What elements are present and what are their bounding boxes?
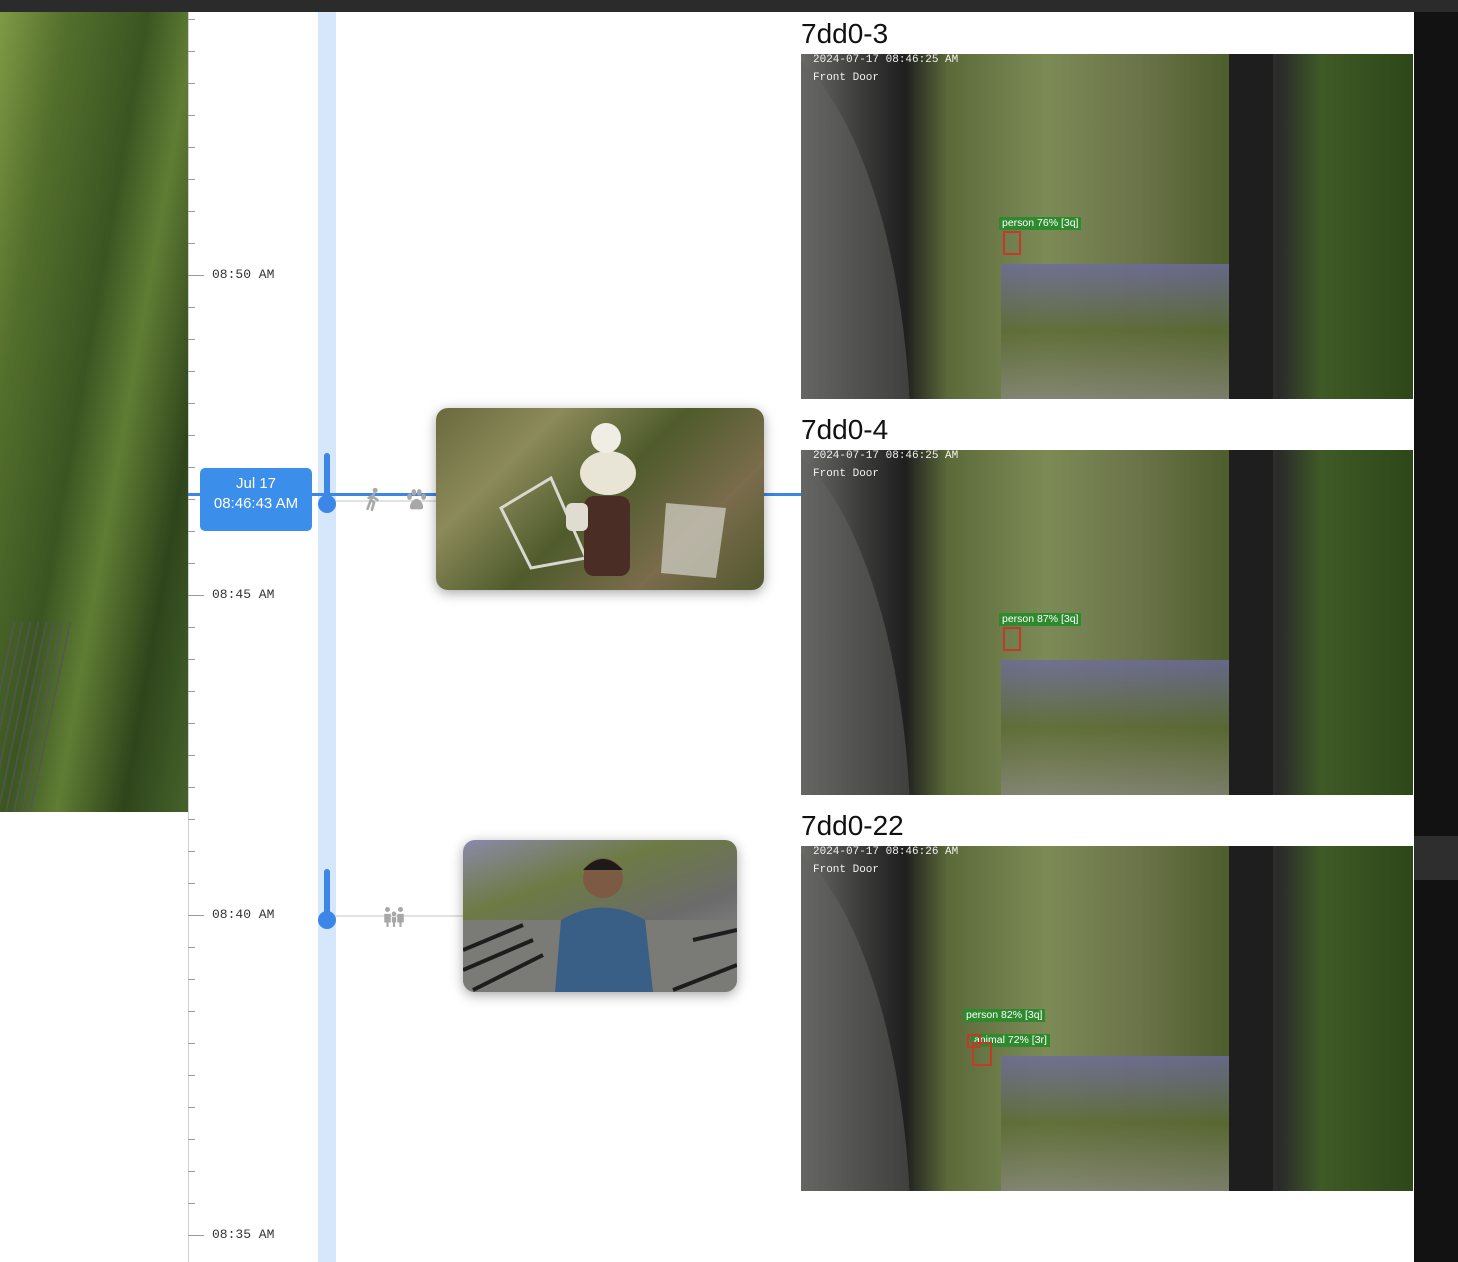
event-thumbnail-man-on-stairs[interactable] — [463, 840, 737, 992]
timeline-minor-tick — [188, 819, 195, 820]
camera-wall — [801, 450, 911, 795]
camera-pillar — [1229, 846, 1273, 1191]
timeline-minor-tick — [188, 435, 195, 436]
current-time-badge[interactable]: Jul 17 08:46:43 AM — [200, 468, 312, 531]
timeline-minor-tick — [188, 563, 195, 564]
fence-detail — [0, 622, 74, 812]
current-time: 08:46:43 AM — [213, 495, 299, 512]
timeline-minor-tick — [188, 1011, 195, 1012]
timeline-minor-tick — [188, 531, 195, 532]
tick-label-0845: 08:45 AM — [212, 587, 275, 602]
camera-title-7dd0-3: 7dd0-3 — [801, 18, 889, 49]
right-scroll-rail[interactable] — [1414, 12, 1458, 1262]
timeline-minor-tick — [188, 659, 195, 660]
current-date: Jul 17 — [235, 475, 277, 492]
scrollbar-thumb[interactable] — [1414, 836, 1458, 880]
timeline-minor-tick — [188, 115, 195, 116]
timeline-minor-tick — [188, 499, 195, 500]
detection-label-person: person 82% [3q] — [963, 1009, 1046, 1022]
camera-frame-7dd0-22[interactable]: 2024-07-17 08:46:26 AM Front Door person… — [801, 846, 1413, 1191]
camera-timestamp: 2024-07-17 08:46:25 AM — [813, 450, 959, 462]
timeline-minor-tick — [188, 851, 195, 852]
camera-frame-7dd0-4[interactable]: 2024-07-17 08:46:25 AM Front Door person… — [801, 450, 1413, 795]
timeline-minor-tick — [188, 627, 195, 628]
timeline-minor-tick — [188, 83, 195, 84]
timeline-minor-tick — [188, 1075, 195, 1076]
detection-label-person: person 87% [3q] — [999, 613, 1082, 626]
timeline-minor-tick — [188, 947, 195, 948]
camera-title-7dd0-22: 7dd0-22 — [801, 810, 904, 841]
camera-wall — [801, 54, 911, 399]
timeline-major-tick — [188, 915, 204, 916]
timeline-minor-tick — [188, 211, 195, 212]
timeline-minor-tick — [188, 179, 195, 180]
timeline-major-tick — [188, 275, 204, 276]
timeline-minor-tick — [188, 1107, 195, 1108]
camera-garden — [1001, 660, 1231, 795]
camera-timestamp: 2024-07-17 08:46:26 AM — [813, 846, 959, 858]
camera-pillar — [1229, 450, 1273, 795]
detection-box-animal — [972, 1042, 992, 1066]
camera-location: Front Door — [813, 72, 880, 84]
camera-wall — [801, 846, 911, 1191]
detection-label-person: person 76% [3q] — [999, 217, 1082, 230]
timeline-minor-tick — [188, 147, 195, 148]
camera-preview-left[interactable] — [0, 12, 188, 812]
timeline-minor-tick — [188, 723, 195, 724]
timeline-minor-tick — [188, 691, 195, 692]
timeline-minor-tick — [188, 243, 195, 244]
timeline-minor-tick — [188, 787, 195, 788]
timeline-major-tick — [188, 1235, 204, 1236]
camera-frame-7dd0-3[interactable]: 2024-07-17 08:46:25 AM Front Door person… — [801, 54, 1413, 399]
timeline-minor-tick — [188, 1043, 195, 1044]
camera-pillar — [1229, 54, 1273, 399]
timeline-minor-tick — [188, 979, 195, 980]
detection-box-person — [1003, 231, 1021, 255]
person-walking-icon — [366, 487, 379, 512]
timeline-minor-tick — [188, 1203, 195, 1204]
top-bar — [0, 0, 1458, 12]
timeline-minor-tick — [188, 467, 195, 468]
timeline-major-tick — [188, 595, 204, 596]
camera-location: Front Door — [813, 864, 880, 876]
timeline-minor-tick — [188, 307, 195, 308]
timeline-minor-tick — [188, 339, 195, 340]
timeline-minor-tick — [188, 403, 195, 404]
event-thumbnail-image — [463, 858, 737, 992]
camera-title-7dd0-4: 7dd0-4 — [801, 414, 889, 445]
camera-garden — [1001, 1056, 1231, 1191]
group-icon — [384, 907, 404, 927]
paw-icon — [407, 489, 426, 510]
timeline-track[interactable] — [318, 12, 336, 1262]
camera-location: Front Door — [813, 468, 880, 480]
tick-label-0835: 08:35 AM — [212, 1227, 275, 1242]
camera-garden — [1001, 264, 1231, 399]
event-marker-2[interactable] — [318, 911, 336, 929]
timeline-minor-tick — [188, 371, 195, 372]
detection-box-person — [1003, 627, 1021, 651]
camera-timestamp: 2024-07-17 08:46:25 AM — [813, 54, 959, 66]
event-thumbnail-image — [499, 423, 726, 578]
timeline-minor-tick — [188, 883, 195, 884]
event-thumbnail-person-with-dog[interactable] — [436, 408, 764, 590]
event-marker-1[interactable] — [318, 495, 336, 513]
timeline-minor-tick — [188, 51, 195, 52]
timeline-minor-tick — [188, 755, 195, 756]
tick-label-0850: 08:50 AM — [212, 267, 275, 282]
timeline-minor-tick — [188, 1171, 195, 1172]
tick-label-0840: 08:40 AM — [212, 907, 275, 922]
timeline-minor-tick — [188, 1139, 195, 1140]
timeline-minor-tick — [188, 19, 195, 20]
